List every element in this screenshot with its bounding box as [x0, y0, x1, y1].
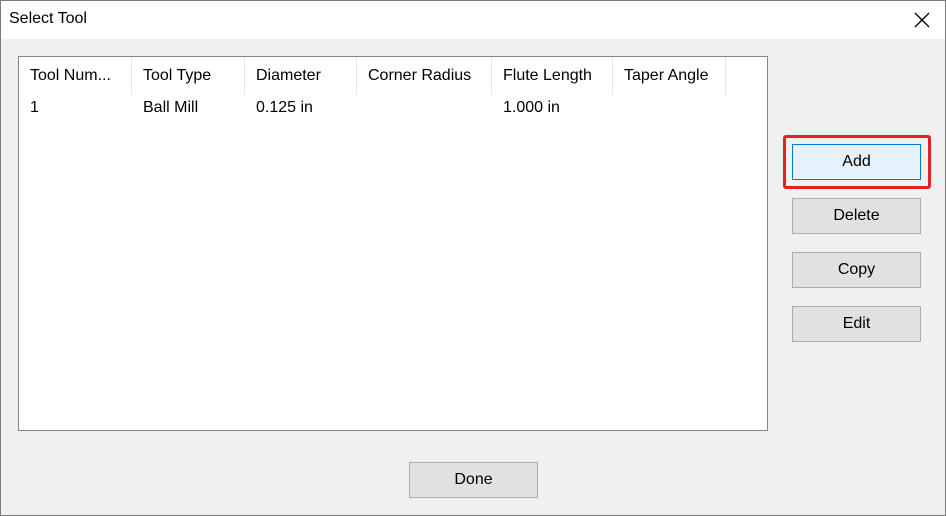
cell-corner-radius: [357, 97, 492, 123]
copy-button[interactable]: Copy: [792, 252, 921, 288]
cell-flute-length: 1.000 in: [503, 99, 560, 116]
cell-tool-type: Ball Mill: [143, 99, 199, 116]
window-title: Select Tool: [9, 10, 87, 27]
column-header-taper-angle[interactable]: Taper Angle: [613, 57, 726, 95]
cell-tool-number: 1: [30, 99, 39, 116]
add-button[interactable]: Add: [792, 144, 921, 180]
column-header-flute-length[interactable]: Flute Length: [492, 57, 613, 95]
done-button[interactable]: Done: [409, 462, 538, 498]
column-header-diameter[interactable]: Diameter: [245, 57, 357, 95]
close-icon: [914, 12, 930, 28]
select-tool-dialog: Select Tool Tool Num... Tool Type Diamet…: [0, 0, 946, 516]
column-header-tool-type[interactable]: Tool Type: [132, 57, 245, 95]
title-bar: Select Tool: [1, 1, 945, 39]
table-row[interactable]: 1 Ball Mill 0.125 in 1.000 in: [19, 97, 726, 123]
column-header-corner-radius[interactable]: Corner Radius: [357, 57, 492, 95]
delete-button[interactable]: Delete: [792, 198, 921, 234]
column-header-row: Tool Num... Tool Type Diameter Corner Ra…: [19, 57, 726, 95]
cell-taper-angle: [613, 97, 726, 123]
tool-list[interactable]: Tool Num... Tool Type Diameter Corner Ra…: [18, 56, 768, 431]
cell-diameter: 0.125 in: [256, 99, 313, 116]
edit-button[interactable]: Edit: [792, 306, 921, 342]
close-button[interactable]: [899, 1, 945, 39]
column-header-tool-number[interactable]: Tool Num...: [19, 57, 132, 95]
